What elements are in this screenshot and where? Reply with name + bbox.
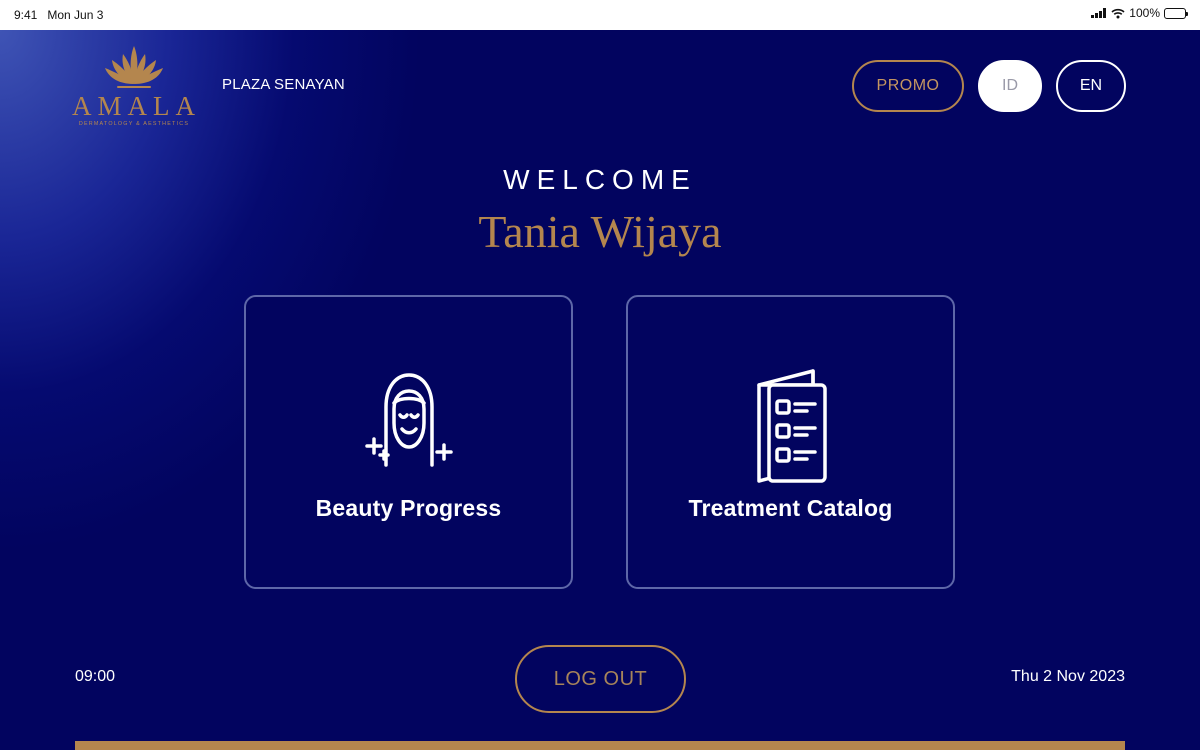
amala-logo: AMALA DERMATOLOGY & AESTHETICS: [72, 44, 196, 128]
logout-button[interactable]: LOG OUT: [515, 645, 686, 713]
promo-button[interactable]: PROMO: [852, 60, 964, 112]
status-date: Mon Jun 3: [47, 8, 104, 22]
app-screen: AMALA DERMATOLOGY & AESTHETICS PLAZA SEN…: [0, 30, 1200, 750]
language-en-button[interactable]: EN: [1056, 60, 1126, 112]
status-time: 9:41 Mon Jun 3: [14, 8, 103, 22]
lotus-logo-icon: [105, 46, 163, 88]
user-name: Tania Wijaya: [478, 206, 722, 257]
bottom-accent-bar: [75, 741, 1125, 750]
signal-icon: [1091, 8, 1107, 18]
footer-clock: 09:00: [75, 668, 116, 685]
treatment-catalog-label: Treatment Catalog: [688, 495, 893, 521]
status-clock: 9:41: [14, 8, 38, 22]
treatment-catalog-card[interactable]: Treatment Catalog: [626, 295, 955, 589]
language-id-button[interactable]: ID: [978, 60, 1042, 112]
catalog-icon: [756, 369, 827, 483]
beauty-progress-label: Beauty Progress: [315, 495, 502, 521]
status-right: 100%: [1091, 6, 1188, 20]
location-label: PLAZA SENAYAN: [222, 76, 345, 93]
welcome-heading: WELCOME: [503, 164, 697, 195]
status-bar: 9:41 Mon Jun 3 100%: [0, 0, 1200, 30]
face-icon: [364, 373, 453, 467]
battery-percent: 100%: [1129, 6, 1160, 20]
brand-name: AMALA: [72, 91, 201, 121]
footer-date: Thu 2 Nov 2023: [1011, 668, 1125, 685]
brand-tagline: DERMATOLOGY & AESTHETICS: [78, 121, 190, 127]
wifi-icon: [1111, 8, 1125, 18]
battery-icon: [1164, 7, 1188, 19]
beauty-progress-card[interactable]: Beauty Progress: [244, 295, 573, 589]
